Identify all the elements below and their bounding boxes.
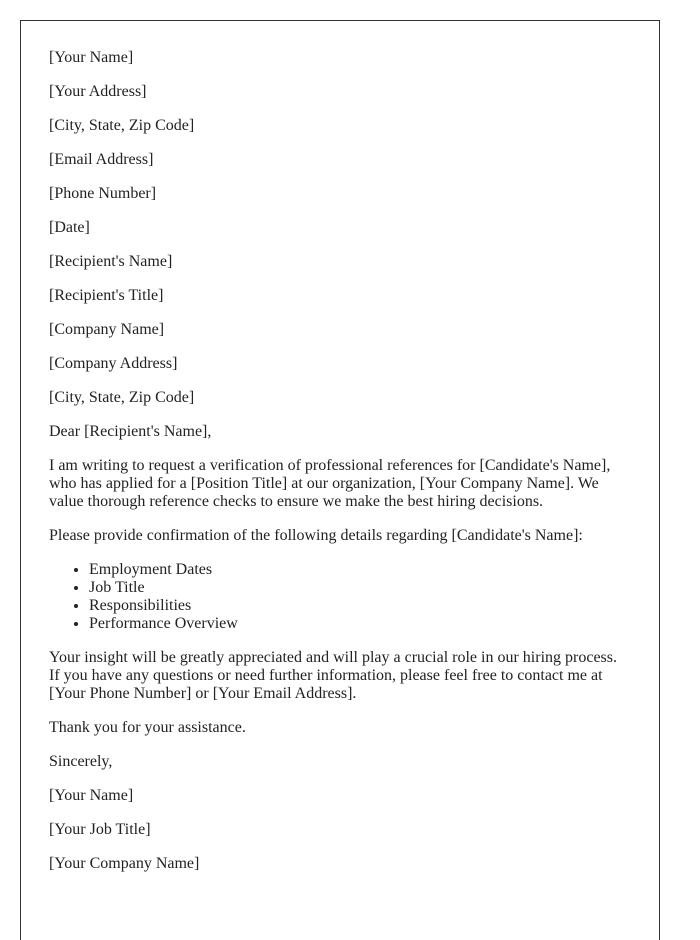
sender-city-state-zip: [City, State, Zip Code]	[49, 117, 195, 134]
closing: Sincerely,	[49, 753, 113, 770]
list-item: Performance Overview	[89, 615, 631, 633]
sender-email: [Email Address]	[49, 151, 154, 168]
sender-address: [Your Address]	[49, 83, 147, 100]
list-item: Job Title	[89, 579, 631, 597]
sender-name: [Your Name]	[49, 49, 134, 66]
signer-company: [Your Company Name]	[49, 855, 200, 872]
recipient-city-state-zip: [City, State, Zip Code]	[49, 389, 195, 406]
list-item: Responsibilities	[89, 597, 631, 615]
recipient-title: [Recipient's Title]	[49, 287, 164, 304]
recipient-company: [Company Name]	[49, 321, 165, 338]
list-item: Employment Dates	[89, 561, 631, 579]
signer-name: [Your Name]	[49, 787, 134, 804]
recipient-company-address: [Company Address]	[49, 355, 178, 372]
details-list: Employment Dates Job Title Responsibilit…	[49, 561, 631, 633]
letter-date: [Date]	[49, 219, 90, 236]
thanks-line: Thank you for your assistance.	[49, 719, 246, 736]
signer-job-title: [Your Job Title]	[49, 821, 151, 838]
closing-paragraph: Your insight will be greatly appreciated…	[49, 649, 617, 702]
request-paragraph: Please provide confirmation of the follo…	[49, 527, 583, 544]
letter-page: [Your Name] [Your Address] [City, State,…	[20, 20, 660, 940]
recipient-name: [Recipient's Name]	[49, 253, 173, 270]
intro-paragraph: I am writing to request a verification o…	[49, 457, 611, 510]
sender-phone: [Phone Number]	[49, 185, 157, 202]
salutation: Dear [Recipient's Name],	[49, 423, 212, 440]
